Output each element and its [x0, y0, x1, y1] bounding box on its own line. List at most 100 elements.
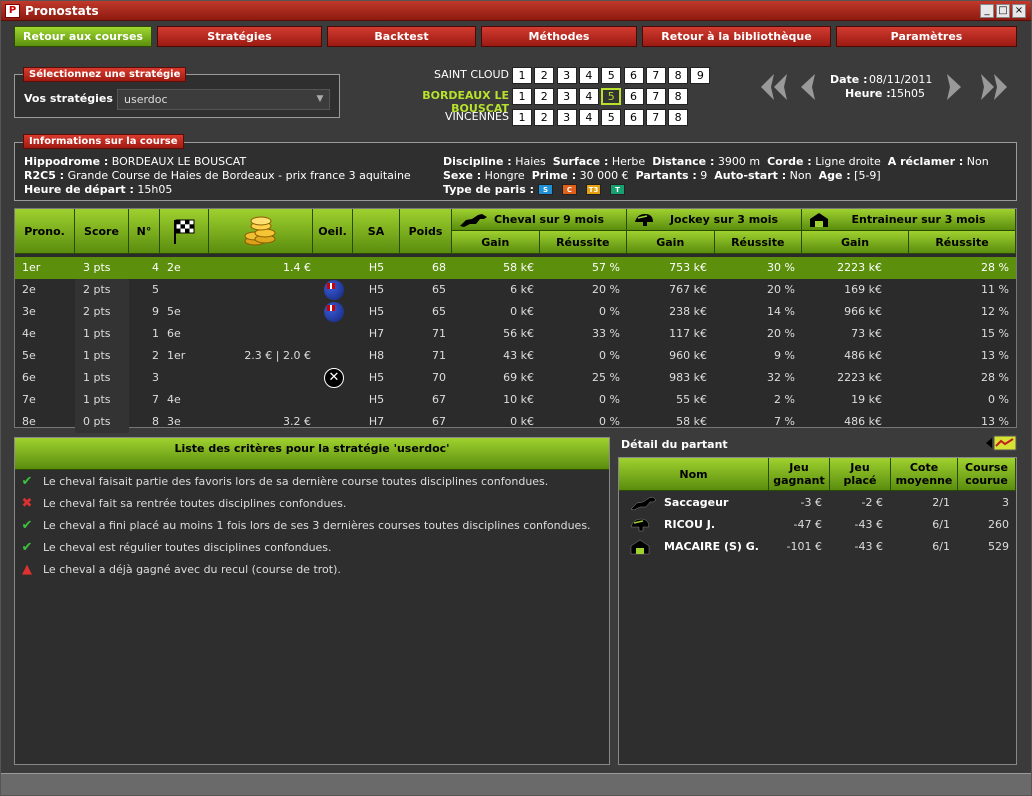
column-header-flagicon[interactable]	[160, 209, 209, 254]
reclamer-label: A réclamer :	[887, 155, 964, 168]
detail-name: MACAIRE (S) G.	[664, 540, 759, 553]
reclamer-value: Non	[966, 155, 989, 168]
cell-num: 8	[152, 415, 159, 428]
race-number-button[interactable]: 1	[512, 109, 532, 126]
column-header-score[interactable]: Score	[75, 209, 129, 254]
race-number-button[interactable]: 1	[512, 88, 532, 105]
title-bar[interactable]: P Pronostats _ □ ×	[1, 1, 1031, 21]
cell-jr: 20 %	[767, 327, 795, 340]
column-header-poids[interactable]: Poids	[400, 209, 452, 254]
race-number-button[interactable]: 3	[556, 88, 577, 105]
detail-course-courue: 529	[988, 540, 1009, 553]
detail-header-course[interactable]: Course courue	[958, 458, 1016, 491]
race-number-button[interactable]: 8	[668, 109, 689, 126]
race-number-button[interactable]: 2	[534, 109, 555, 126]
column-header-reussite[interactable]: Réussite	[539, 231, 627, 254]
race-number-button[interactable]: 8	[668, 88, 689, 105]
column-header-coins[interactable]	[209, 209, 313, 254]
column-header-oeil[interactable]: Oeil.	[313, 209, 353, 254]
cell-cg: 58 k€	[503, 261, 534, 274]
detail-header-cote[interactable]: Cote moyenne	[891, 458, 958, 491]
first-day-button[interactable]	[757, 71, 791, 103]
detail-row[interactable]: RICOU J. -47 € -43 € 6/1 260	[619, 514, 1016, 536]
previous-day-button[interactable]	[795, 71, 819, 103]
strategy-select[interactable]: userdoc ▼	[117, 89, 330, 110]
table-row[interactable]: 7e 1 pts 7 4e H5 67 10 k€ 0 % 55 k€ 2 % 19 k€ 0 %	[15, 389, 1016, 411]
table-row[interactable]: 3e 2 pts 9 5e H5 65 0 k€ 0 % 238 k€ 14 % 966 k€ 12 …	[15, 301, 1016, 323]
cell-prono: 6e	[22, 371, 36, 384]
detail-row[interactable]: MACAIRE (S) G. -101 € -43 € 6/1 529	[619, 536, 1016, 558]
discipline-value: Haies	[515, 155, 546, 168]
detail-header-jg[interactable]: Jeu gagnant	[769, 458, 830, 491]
race-number-button[interactable]: 6	[623, 67, 644, 84]
race-number-button[interactable]: 4	[578, 88, 599, 105]
detail-header-jp[interactable]: Jeu placé	[830, 458, 891, 491]
race-number-button[interactable]: 5	[601, 109, 622, 126]
maximize-button[interactable]: □	[996, 4, 1010, 18]
column-header-gain[interactable]: Gain	[452, 231, 540, 254]
criteria-text: Le cheval a fini placé au moins 1 fois l…	[43, 519, 591, 532]
next-day-button[interactable]	[943, 71, 967, 103]
race-number-button[interactable]: 4	[578, 109, 599, 126]
race-number-button[interactable]: 1	[512, 67, 532, 84]
race-number-button[interactable]: 6	[623, 88, 644, 105]
race-number-button[interactable]: 8	[668, 67, 689, 84]
nav-backtest[interactable]: Backtest	[327, 26, 476, 47]
nav-strategies[interactable]: Stratégies	[157, 26, 322, 47]
race-number-button[interactable]: 9	[690, 67, 711, 84]
check-icon: ✔	[21, 518, 33, 533]
column-header-sa[interactable]: SA	[353, 209, 400, 254]
race-number-button[interactable]: 4	[578, 67, 599, 84]
detail-row[interactable]: Saccageur -3 € -2 € 2/1 3	[619, 492, 1016, 514]
race-number-button[interactable]: 5	[601, 67, 622, 84]
column-group-cheval[interactable]: Cheval sur 9 mois	[452, 209, 627, 231]
race-number-button[interactable]: 2	[534, 67, 555, 84]
race-number-button[interactable]: 7	[645, 109, 666, 126]
race-number-button[interactable]: 3	[556, 109, 577, 126]
age-value: [5-9]	[854, 169, 881, 182]
race-number-button[interactable]: 7	[645, 88, 666, 105]
column-header-gain[interactable]: Gain	[802, 231, 909, 254]
table-row[interactable]: 2e 2 pts 5 H5 65 6 k€ 20 % 767 k€ 20 % 169 k€ 11 %	[15, 279, 1016, 301]
cell-jr: 20 %	[767, 283, 795, 296]
nav-retour-bibliotheque[interactable]: Retour à la bibliothèque	[642, 26, 831, 47]
column-header-gain[interactable]: Gain	[627, 231, 715, 254]
criteria-text: Le cheval faisait partie des favoris lor…	[43, 475, 549, 488]
horse-icon	[630, 496, 657, 511]
table-row[interactable]: 8e 0 pts 8 3e 3.2 € H7 67 0 k€ 0 % 58 k€ 7 % 486 k€…	[15, 411, 1016, 433]
cell-er: 28 %	[981, 371, 1009, 384]
minimize-button[interactable]: _	[980, 4, 994, 18]
nav-parametres[interactable]: Paramètres	[836, 26, 1017, 47]
column-header-reussite[interactable]: Réussite	[909, 231, 1016, 254]
cell-prono: 8e	[22, 415, 36, 428]
chart-toggle-button[interactable]	[985, 435, 1017, 451]
cell-last	[167, 367, 207, 389]
column-header-prono[interactable]: Prono.	[15, 209, 75, 254]
table-row[interactable]: 5e 1 pts 2 1er 2.3 € | 2.0 € H8 71 43 k€ 0 % 960 …	[15, 345, 1016, 367]
cell-cr: 20 %	[592, 283, 620, 296]
race-number-button[interactable]: 7	[645, 67, 666, 84]
column-group-jockey[interactable]: Jockey sur 3 mois	[627, 209, 802, 231]
close-button[interactable]: ×	[1012, 4, 1026, 18]
race-number-button[interactable]: 3	[556, 67, 577, 84]
chart-icon	[986, 435, 1017, 451]
age-label: Age :	[818, 169, 851, 182]
date-label: Date :	[830, 73, 868, 86]
nav-methodes[interactable]: Méthodes	[481, 26, 637, 47]
table-row[interactable]: 1er 3 pts 4 2e 1.4 € H5 68 58 k€ 57 % 753 k€ 30 % 2…	[15, 257, 1016, 279]
column-group-entraineur[interactable]: Entraineur sur 3 mois	[802, 209, 1016, 231]
detail-jeu-place: -2 €	[861, 496, 883, 509]
nav-retour-courses[interactable]: Retour aux courses	[14, 26, 152, 47]
cell-cg: 69 k€	[503, 371, 534, 384]
column-header-num[interactable]: N°	[129, 209, 160, 254]
table-row[interactable]: 4e 1 pts 1 6e H7 71 56 k€ 33 % 117 k€ 20 % 73 k€ 15…	[15, 323, 1016, 345]
detail-header-label: Nom	[679, 467, 708, 481]
race-number-button[interactable]: 5	[601, 88, 622, 105]
race-number-button[interactable]: 6	[623, 109, 644, 126]
last-day-button[interactable]	[977, 71, 1011, 103]
column-header-reussite[interactable]: Réussite	[714, 231, 802, 254]
table-row[interactable]: 6e 1 pts 3 H5 70 69 k€ 25 % 983 k€ 32 % 2223 k€ 28…	[15, 367, 1016, 389]
race-number-button[interactable]: 2	[534, 88, 555, 105]
detail-header-nom[interactable]: Nom	[619, 458, 769, 491]
cell-poids: 68	[432, 261, 446, 274]
